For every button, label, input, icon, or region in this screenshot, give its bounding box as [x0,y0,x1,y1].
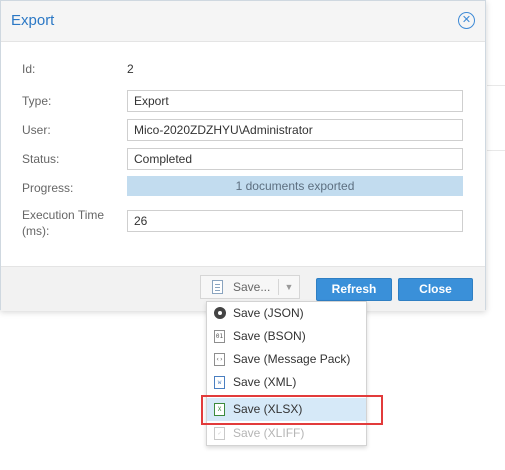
save-button-label: Save... [233,280,271,294]
menu-item-label: Save (Message Pack) [233,352,351,366]
menu-item-label: Save (BSON) [233,329,306,343]
execution-time-label-line2: (ms): [22,224,50,238]
menu-item-label: Save (JSON) [233,306,304,320]
menu-item-save-xliff[interactable]: ✓ Save (XLIFF) [207,422,366,445]
user-label: User: [22,123,51,137]
menu-item-label: Save (XLIFF) [233,426,305,440]
bson-icon: 01 [214,330,225,343]
type-field[interactable]: Export [127,90,463,112]
export-dialog: Export ✕ Id: 2 Type: Export User: Mico-2… [0,0,486,311]
status-field[interactable]: Completed [127,148,463,170]
id-label: Id: [22,62,36,76]
xliff-icon: ✓ [214,427,225,440]
menu-item-label: Save (XML) [233,375,297,389]
menu-item-save-json[interactable]: Save (JSON) [207,302,366,325]
document-icon [212,280,223,294]
progress-bar: 1 documents exported [127,176,463,196]
dialog-titlebar: Export ✕ [1,1,485,42]
highlight-box [201,395,383,425]
progress-text: 1 documents exported [235,179,355,193]
execution-time-label-line1: Execution Time [22,208,105,222]
background-line [487,85,505,86]
close-icon[interactable]: ✕ [458,12,475,29]
menu-item-save-xml[interactable]: w Save (XML) [207,371,366,394]
progress-label: Progress: [22,181,74,195]
menu-item-save-message-pack[interactable]: ‹› Save (Message Pack) [207,348,366,371]
id-value: 2 [127,62,134,76]
save-split-button[interactable]: Save... ▼ [200,275,300,299]
menu-item-save-bson[interactable]: 01 Save (BSON) [207,325,366,348]
xml-icon: w [214,376,225,389]
msgpack-icon: ‹› [214,353,225,366]
refresh-button[interactable]: Refresh [316,278,392,301]
type-label: Type: [22,94,52,108]
status-label: Status: [22,152,60,166]
background-line [487,150,505,151]
close-button[interactable]: Close [398,278,473,301]
execution-time-field[interactable]: 26 [127,210,463,232]
dialog-title: Export [11,12,55,29]
json-icon [214,307,226,319]
user-field[interactable]: Mico-2020ZDZHYU\Administrator [127,119,463,141]
chevron-down-icon[interactable]: ▼ [281,279,297,295]
split-separator [278,279,279,295]
